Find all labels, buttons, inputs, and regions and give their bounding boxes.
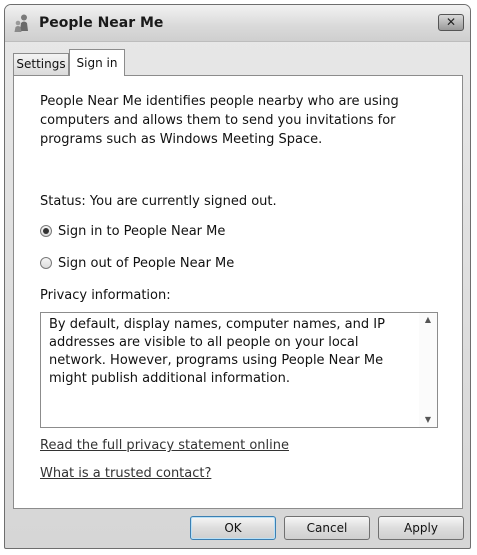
sign-in-panel: People Near Me identifies people nearby …: [13, 75, 463, 509]
sign-out-radio-label[interactable]: Sign out of People Near Me: [58, 256, 234, 271]
apply-button[interactable]: Apply: [378, 516, 464, 540]
cancel-button[interactable]: Cancel: [284, 516, 370, 540]
ok-button[interactable]: OK: [190, 516, 276, 540]
privacy-text: By default, display names, computer name…: [49, 317, 385, 386]
sign-in-radio-option[interactable]: Sign in to People Near Me: [40, 224, 225, 239]
trusted-contact-link[interactable]: What is a trusted contact?: [40, 466, 211, 481]
title-bar[interactable]: People Near Me ✕: [5, 5, 470, 42]
sign-out-radio[interactable]: [40, 257, 52, 269]
scroll-down-icon[interactable]: ▼: [419, 413, 437, 427]
status-text: Status: You are currently signed out.: [40, 194, 277, 209]
sign-in-radio-label[interactable]: Sign in to People Near Me: [58, 224, 225, 239]
close-icon: ✕: [445, 15, 457, 29]
sign-in-radio[interactable]: [40, 225, 52, 237]
privacy-statement-link[interactable]: Read the full privacy statement online: [40, 438, 289, 453]
scroll-up-icon[interactable]: ▲: [419, 313, 437, 327]
close-button[interactable]: ✕: [438, 14, 464, 31]
privacy-textbox[interactable]: By default, display names, computer name…: [40, 312, 438, 428]
tab-sign-in[interactable]: Sign in: [69, 49, 125, 76]
sign-out-radio-option[interactable]: Sign out of People Near Me: [40, 256, 234, 271]
privacy-label: Privacy information:: [40, 288, 171, 303]
window-title: People Near Me: [39, 15, 164, 31]
people-near-me-icon: [13, 13, 33, 33]
people-near-me-dialog: People Near Me ✕ Settings Sign in People…: [4, 4, 471, 549]
description-text: People Near Me identifies people nearby …: [40, 94, 399, 147]
vertical-scrollbar[interactable]: ▲ ▼: [419, 313, 437, 427]
tab-settings[interactable]: Settings: [13, 53, 69, 75]
